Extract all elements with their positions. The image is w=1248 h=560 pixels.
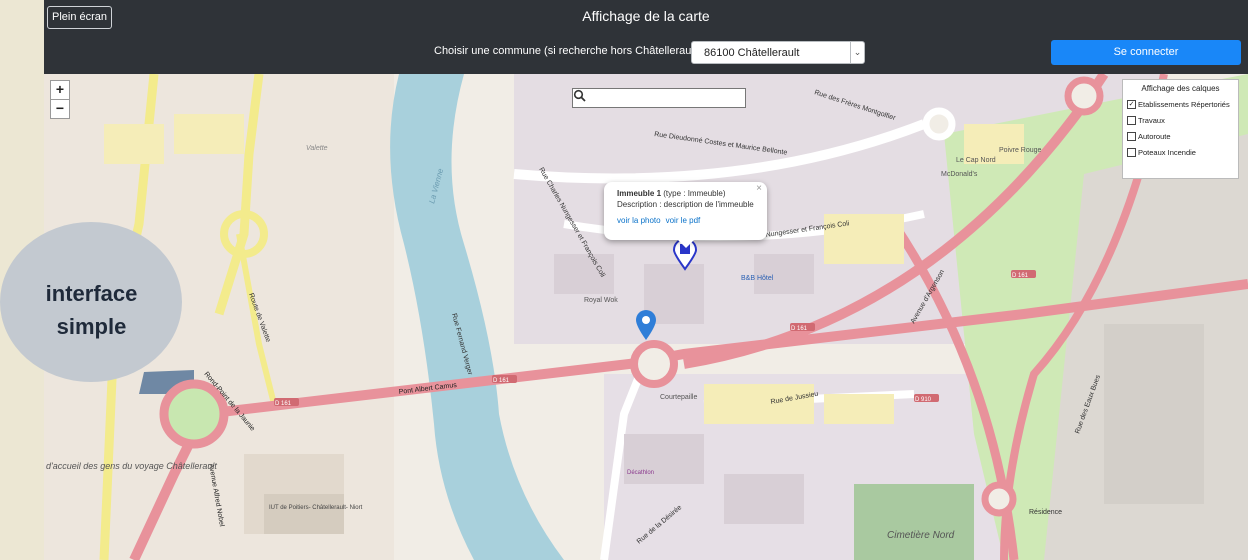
map-label: Poivre Rouge (999, 147, 1042, 154)
page-title: Affichage de la carte (582, 8, 710, 24)
map-label: B&B Hôtel (741, 275, 774, 282)
layer-item-travaux[interactable]: Travaux (1127, 116, 1234, 125)
commune-label: Choisir une commune (si recherche hors C… (434, 45, 701, 57)
layer-item-etablissements[interactable]: ✓ Etablissements Répertoriés (1127, 100, 1234, 109)
map-label: IUT de Poitiers- Châtellerault- Niort (269, 505, 363, 511)
layer-checkbox[interactable] (1127, 132, 1136, 141)
map-label: Cimetière Nord (887, 530, 955, 541)
layer-label: Autoroute (1138, 132, 1171, 141)
map-label: Le Cap Nord (956, 157, 996, 164)
zoom-out-button[interactable]: − (50, 99, 70, 119)
layer-label: Travaux (1138, 116, 1165, 125)
layer-checkbox[interactable] (1127, 148, 1136, 157)
map-search-input[interactable] (572, 88, 746, 108)
promo-text: interface simple (14, 277, 169, 343)
layer-label: Etablissements Répertoriés (1138, 100, 1230, 109)
commune-selected-value: 86100 Châtellerault (704, 47, 800, 59)
see-photo-link[interactable]: voir la photo (617, 216, 661, 225)
chevron-down-icon: ⌄ (850, 42, 864, 63)
layer-item-autoroute[interactable]: Autoroute (1127, 132, 1234, 141)
map-label: McDonald's (941, 171, 978, 178)
top-bar: Plein écran Affichage de la carte Choisi… (44, 0, 1248, 74)
close-icon[interactable]: × (756, 183, 762, 194)
zoom-in-button[interactable]: + (50, 80, 70, 100)
map-label: Résidence (1029, 509, 1062, 516)
popup-title: Immeuble 1 (617, 189, 662, 198)
map-label: Royal Wok (584, 297, 618, 304)
layers-panel: Affichage des calques ✓ Etablissements Ré… (1122, 79, 1239, 179)
promo-line-1: interface (45, 281, 138, 306)
map-label: D 161 (1012, 273, 1029, 279)
map-label: Décathlon (627, 470, 654, 476)
map-label: D 161 (275, 401, 292, 407)
layer-item-poteaux[interactable]: Poteaux Incendie (1127, 148, 1234, 157)
map-label: D 161 (493, 378, 510, 384)
popup-tail (678, 240, 694, 248)
layer-checkbox[interactable] (1127, 116, 1136, 125)
map-label: d'accueil des gens du voyage Châtellerau… (46, 461, 217, 471)
app-window: Plein écran Affichage de la carte Choisi… (44, 0, 1248, 560)
promo-line-2: simple (56, 314, 127, 339)
map-label: Courtepaille (660, 394, 697, 401)
popup-description: Description : description de l'immeuble (617, 200, 754, 209)
info-popup: × Immeuble 1 (type : Immeuble) Descripti… (604, 182, 767, 240)
map-label: Valette (306, 145, 328, 152)
map-canvas[interactable]: Rue des Frères Montgolfier Rue Dieudonné… (44, 74, 1248, 560)
map-tiles: Rue des Frères Montgolfier Rue Dieudonné… (44, 74, 1248, 560)
search-icon[interactable] (573, 89, 587, 103)
see-pdf-link[interactable]: voir le pdf (666, 216, 701, 225)
commune-select[interactable]: 86100 Châtellerault ⌄ (691, 41, 865, 64)
map-label: D 910 (915, 397, 932, 403)
map-label: D 161 (791, 326, 808, 332)
login-button[interactable]: Se connecter (1051, 40, 1241, 65)
layer-checkbox[interactable]: ✓ (1127, 100, 1136, 109)
layer-label: Poteaux Incendie (1138, 148, 1196, 157)
layers-title: Affichage des calques (1141, 84, 1220, 93)
popup-type: (type : Immeuble) (661, 189, 726, 198)
